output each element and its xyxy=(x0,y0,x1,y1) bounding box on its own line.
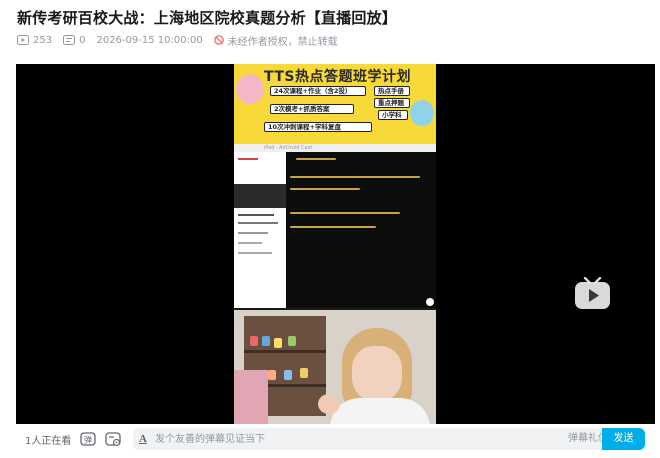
cartoon-sticker-left xyxy=(236,74,264,104)
pink-wall xyxy=(234,370,268,424)
banner-row: 24次课程+作业（含2投） xyxy=(270,86,366,96)
danmaku-bar: 1人正在看 弹 A 弹幕礼仪 › 发送 xyxy=(16,424,655,454)
play-button-icon[interactable] xyxy=(574,277,611,310)
danmaku-count: 0 xyxy=(63,35,85,46)
banner-row: 10次冲刺课程+学科复盘 xyxy=(264,122,372,132)
scroll-handle xyxy=(426,298,434,306)
video-title: 新传考研百校大战：上海地区院校真题分析【直播回放】 xyxy=(17,9,398,27)
publish-time: 2026-09-15 10:00:00 xyxy=(96,34,203,46)
exam-document xyxy=(234,152,286,308)
danmaku-count-icon xyxy=(63,35,76,45)
person-body xyxy=(330,398,430,424)
svg-text:弹: 弹 xyxy=(84,435,92,445)
banner-title: TTS热点答题班学计划 xyxy=(264,69,412,85)
banner-row: 小学科 xyxy=(378,110,408,120)
play-count-icon xyxy=(17,35,29,45)
document-divider xyxy=(234,184,286,208)
danmaku-settings-icon[interactable] xyxy=(105,431,122,447)
banner-row: 2次模考+抓质答案 xyxy=(270,104,354,114)
person-hand xyxy=(318,394,340,414)
copyright-notice: 未经作者授权，禁止转载 xyxy=(213,33,338,48)
banner-row: 热点手册 xyxy=(374,86,410,96)
video-frame[interactable]: TTS热点答题班学计划 24次课程+作业（含2投） 2次模考+抓质答案 10次冲… xyxy=(234,64,436,424)
viewer-count: 1人正在看 xyxy=(25,435,72,447)
prohibited-icon xyxy=(213,35,224,45)
webcam-feed xyxy=(234,310,436,424)
person-face xyxy=(352,346,402,402)
cartoon-sticker-right xyxy=(410,100,434,126)
text-style-icon[interactable]: A xyxy=(139,432,147,446)
video-meta: 253 0 2026-09-15 10:00:00 未经作者授权，禁止转载 xyxy=(17,33,349,48)
danmaku-input-wrap: A 弹幕礼仪 › 发送 xyxy=(133,428,645,450)
play-count: 253 xyxy=(17,35,52,46)
video-player[interactable]: TTS热点答题班学计划 24次课程+作业（含2投） 2次模考+抓质答案 10次冲… xyxy=(16,64,655,424)
danmaku-input[interactable] xyxy=(155,428,535,450)
handwriting-board xyxy=(286,152,436,308)
ipad-cast-bar: iPad · AirDroid Cast xyxy=(234,144,436,152)
course-banner: TTS热点答题班学计划 24次课程+作业（含2投） 2次模考+抓质答案 10次冲… xyxy=(234,64,436,144)
banner-row: 重点押题 xyxy=(374,98,410,108)
danmaku-toggle-icon[interactable]: 弹 xyxy=(80,431,97,447)
send-button[interactable]: 发送 xyxy=(602,428,645,450)
